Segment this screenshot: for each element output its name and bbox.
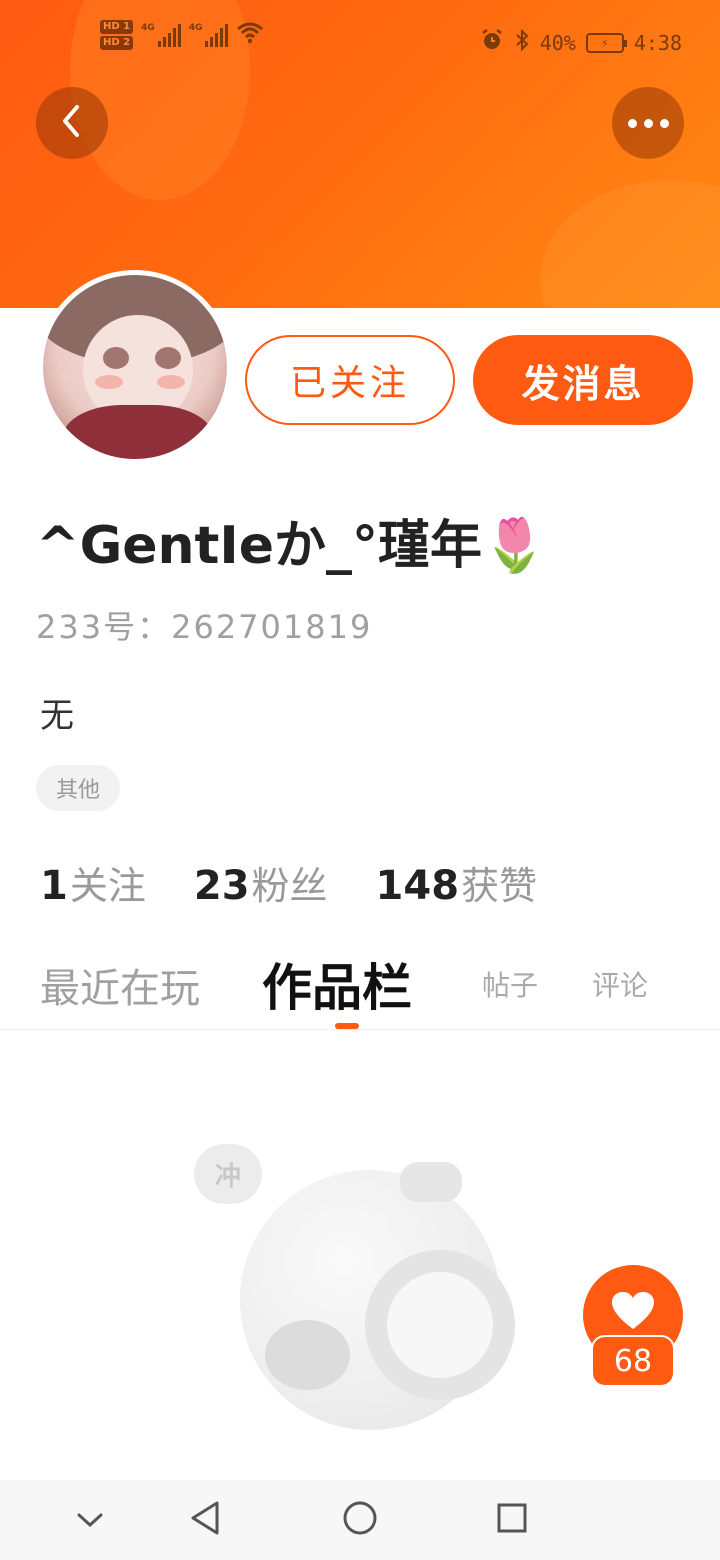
gamepad-icon: [400, 1162, 462, 1202]
status-right: 40% ⚡ 4:38: [480, 28, 682, 57]
chevron-left-icon: [57, 103, 87, 143]
clock: 4:38: [633, 30, 682, 55]
hd-indicators: HD 1 HD 2: [100, 20, 134, 50]
more-dots-icon: [627, 118, 669, 128]
user-tag: 其他: [36, 765, 121, 811]
empty-state-illustration: 冲: [190, 1140, 537, 1440]
signal-2-icon: 4G: [189, 23, 229, 47]
likes-count: 148: [375, 863, 460, 909]
nav-recents-button[interactable]: [492, 1500, 532, 1540]
followed-button[interactable]: 已关注: [245, 335, 455, 425]
status-bar: HD 1 HD 2 4G 4G 40% ⚡ 4:38: [0, 0, 720, 80]
fans-label: 粉丝: [251, 864, 328, 908]
banner-decoration: [540, 180, 720, 308]
stats-row: 1 关注 23 粉丝 148 获赞: [40, 855, 537, 910]
tab-works[interactable]: 作品栏: [262, 948, 412, 1020]
avatar[interactable]: [38, 270, 232, 464]
stat-fans[interactable]: 23 粉丝: [194, 855, 328, 910]
battery-icon: ⚡: [585, 32, 627, 53]
heart-icon: [611, 1291, 655, 1339]
status-left: HD 1 HD 2 4G 4G: [100, 20, 264, 50]
back-button[interactable]: [36, 87, 108, 159]
ball-shape: [265, 1320, 350, 1390]
likes-label: 获赞: [461, 864, 538, 908]
send-message-button[interactable]: 发消息: [473, 335, 693, 425]
user-id-label: 233号：: [36, 608, 172, 646]
nav-back-button[interactable]: [185, 1500, 225, 1540]
square-recents-icon: [496, 1502, 528, 1538]
chevron-down-icon: [76, 1505, 104, 1535]
hide-nav-button[interactable]: [70, 1500, 110, 1540]
user-id: 233号：262701819: [36, 602, 372, 648]
hd2-badge: HD 2: [100, 36, 134, 50]
user-id-value: 262701819: [171, 608, 373, 646]
profile-tabs: 最近在玩 作品栏 帖子 评论: [0, 940, 720, 1030]
network-type-2: 4G: [188, 23, 203, 33]
stat-likes[interactable]: 148 获赞: [376, 855, 538, 910]
signal-1-icon: 4G: [141, 23, 181, 47]
following-label: 关注: [69, 864, 146, 908]
more-options-button[interactable]: [612, 87, 684, 159]
triangle-back-icon: [189, 1500, 221, 1540]
battery-percent: 40%: [539, 30, 576, 55]
speech-bubble: 冲: [194, 1144, 262, 1204]
hd1-badge: HD 1: [100, 20, 134, 34]
tab-comments[interactable]: 评论: [592, 964, 648, 1004]
user-bio: 无: [40, 696, 74, 736]
avatar-image: [43, 275, 227, 459]
nav-home-button[interactable]: [340, 1500, 380, 1540]
active-tab-indicator: [335, 1023, 359, 1029]
tab-posts[interactable]: 帖子: [482, 964, 538, 1004]
wifi-icon: [236, 20, 264, 50]
like-count-badge: 68: [591, 1335, 675, 1387]
tab-recently-played[interactable]: 最近在玩: [40, 956, 200, 1014]
following-count: 1: [40, 863, 68, 909]
network-type-1: 4G: [141, 23, 155, 33]
alarm-icon: [480, 28, 504, 57]
stat-following[interactable]: 1 关注: [40, 855, 146, 910]
fans-count: 23: [193, 863, 250, 909]
username: ^GentIeか_°瑾年🌷: [36, 516, 547, 576]
system-nav-bar: [0, 1480, 720, 1560]
circle-home-icon: [342, 1500, 378, 1540]
bluetooth-icon: [514, 28, 530, 57]
